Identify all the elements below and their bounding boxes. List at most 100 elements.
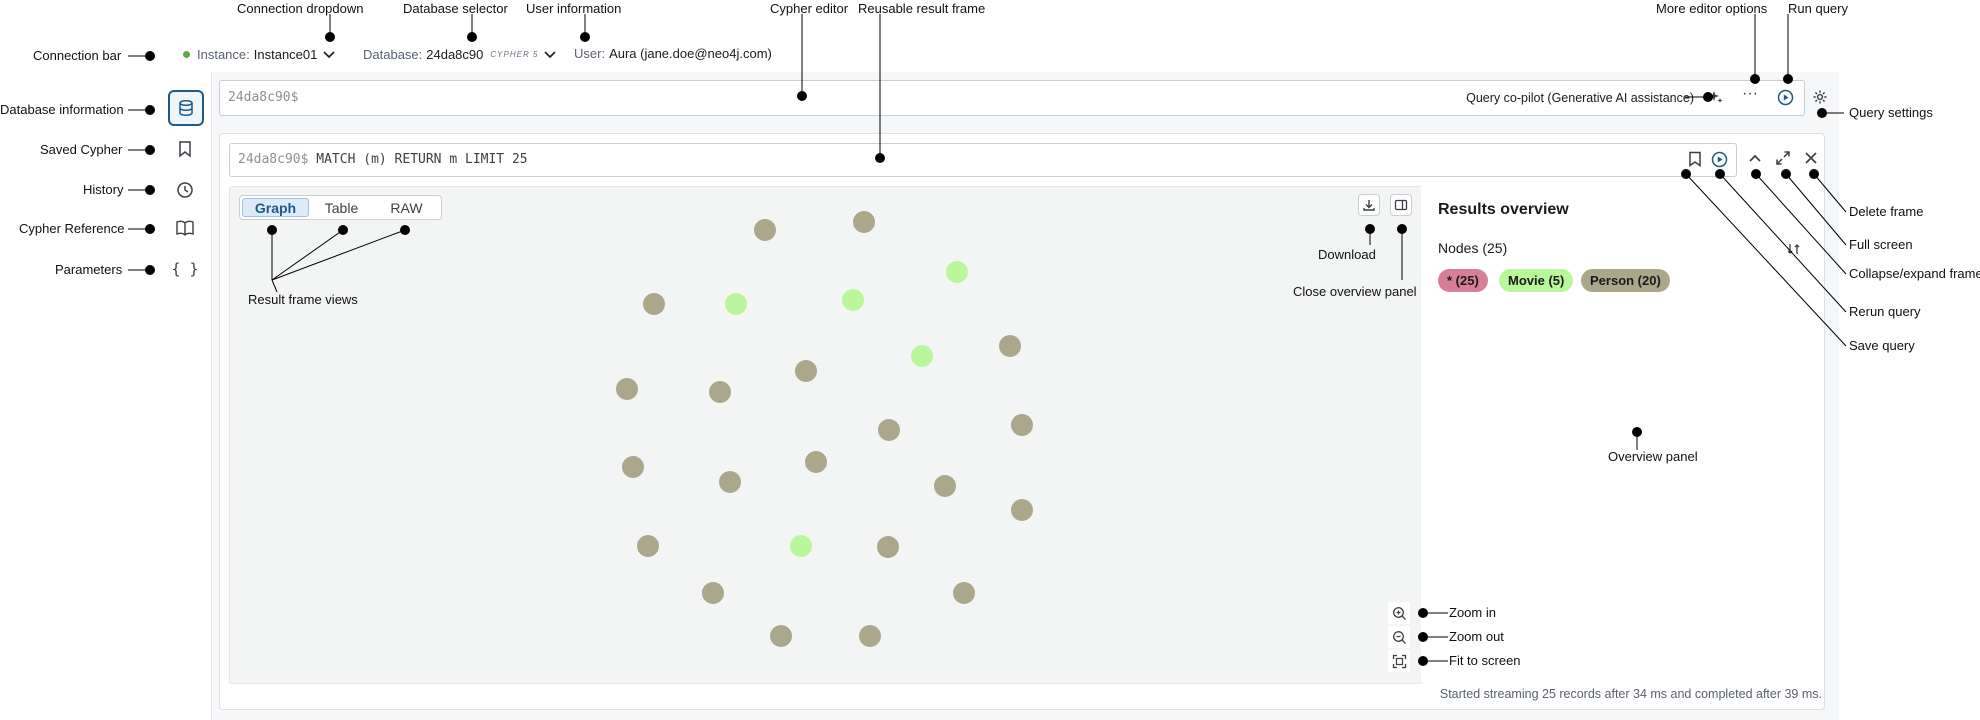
graph-node[interactable] <box>999 335 1021 357</box>
frame-editor[interactable]: 24da8c90$ MATCH (m) RETURN m LIMIT 25 <box>229 143 1737 177</box>
tab-graph[interactable]: Graph <box>242 198 309 217</box>
graph-node[interactable] <box>643 293 665 315</box>
history-button[interactable] <box>168 173 202 207</box>
database-label: Database: <box>363 46 423 62</box>
annotation-download: Download <box>1318 247 1376 262</box>
fit-to-screen-button[interactable] <box>1388 650 1410 672</box>
query-copilot-label: Query co-pilot (Generative AI assistance… <box>1466 91 1694 105</box>
result-view-tabs: Graph Table RAW <box>239 195 442 220</box>
graph-node[interactable] <box>709 381 731 403</box>
graph-node[interactable] <box>877 536 899 558</box>
query-status-footer: Started streaming 25 records after 34 ms… <box>1439 687 1822 701</box>
tab-raw[interactable]: RAW <box>374 198 439 217</box>
callout-dot <box>1418 632 1428 642</box>
graph-node[interactable] <box>859 625 881 647</box>
annotation-overview-panel: Overview panel <box>1608 449 1698 464</box>
annotation-more-editor-options: More editor options <box>1656 1 1768 16</box>
graph-node[interactable] <box>725 293 747 315</box>
close-frame-icon[interactable] <box>1803 150 1819 171</box>
graph-node[interactable] <box>946 261 968 283</box>
annotation-query-settings: Query settings <box>1849 105 1933 120</box>
callout-dot <box>1809 169 1819 179</box>
editor-prompt: 24da8c90$ <box>228 90 299 105</box>
callout-dot <box>1632 427 1642 437</box>
fit-to-screen-icon <box>1392 654 1406 668</box>
graph-node[interactable] <box>795 360 817 382</box>
cypher-editor[interactable]: 24da8c90$ Query co-pilot (Generative AI … <box>219 80 1805 116</box>
connection-dropdown[interactable]: Instance: Instance01 <box>183 46 337 62</box>
connection-status-icon <box>183 50 190 58</box>
more-options-icon[interactable]: ··· <box>1742 85 1758 103</box>
graph-node[interactable] <box>637 535 659 557</box>
graph-node[interactable] <box>770 625 792 647</box>
graph-node[interactable] <box>853 211 875 233</box>
zoom-in-button[interactable] <box>1388 602 1410 624</box>
annotation-run-query: Run query <box>1788 1 1848 16</box>
callout-dot <box>1397 224 1407 234</box>
frame-prompt: 24da8c90$ <box>238 152 309 167</box>
graph-node[interactable] <box>953 582 975 604</box>
chevron-down-icon <box>544 51 556 59</box>
zoom-out-button[interactable] <box>1388 626 1410 648</box>
graph-node[interactable] <box>934 475 956 497</box>
graph-node[interactable] <box>911 345 933 367</box>
annotation-connection-dropdown: Connection dropdown <box>237 1 364 16</box>
tab-table[interactable]: Table <box>309 198 374 217</box>
callout-dot <box>145 224 155 234</box>
database-information-button[interactable] <box>168 90 204 126</box>
graph-view[interactable] <box>229 186 1423 684</box>
graph-node[interactable] <box>1011 414 1033 436</box>
label-pill-person[interactable]: Person (20) <box>1581 269 1670 292</box>
callout-dot <box>267 225 277 235</box>
graph-node[interactable] <box>754 219 776 241</box>
full-screen-icon[interactable] <box>1775 150 1791 171</box>
zoom-out-icon <box>1392 630 1406 644</box>
database-icon <box>179 99 193 117</box>
chevron-down-icon <box>323 51 335 59</box>
label-pill-movie[interactable]: Movie (5) <box>1499 269 1574 292</box>
book-icon <box>176 220 194 236</box>
graph-node[interactable] <box>616 378 638 400</box>
zoom-in-icon <box>1392 606 1406 620</box>
frame-query: 24da8c90$ MATCH (m) RETURN m LIMIT 25 <box>238 152 528 167</box>
graph-node[interactable] <box>622 456 644 478</box>
download-button[interactable] <box>1358 194 1380 216</box>
graph-node[interactable] <box>1011 499 1033 521</box>
graph-node[interactable] <box>719 471 741 493</box>
close-overview-panel-button[interactable] <box>1390 194 1412 216</box>
sort-arrows-icon[interactable] <box>1786 241 1802 262</box>
callout-dot <box>580 32 590 42</box>
callout-dot <box>1751 169 1761 179</box>
annotation-delete-frame: Delete frame <box>1849 204 1924 219</box>
annotation-zoom-in: Zoom in <box>1449 605 1496 620</box>
annotation-result-frame-views: Result frame views <box>248 292 358 307</box>
callout-dot <box>1703 92 1713 102</box>
clock-icon <box>177 182 193 198</box>
graph-node[interactable] <box>842 289 864 311</box>
callout-dot <box>1418 608 1428 618</box>
cypher-reference-button[interactable] <box>168 211 202 245</box>
callout-dot <box>145 265 155 275</box>
run-query-icon[interactable] <box>1777 89 1794 111</box>
save-query-bookmark-icon[interactable] <box>1688 151 1702 172</box>
callout-dot <box>1750 74 1760 84</box>
callout-dot <box>1418 656 1428 666</box>
annotation-rerun-query: Rerun query <box>1849 304 1921 319</box>
query-settings-gear-icon[interactable] <box>1812 89 1828 110</box>
saved-cypher-button[interactable] <box>168 132 202 166</box>
database-selector[interactable]: Database: 24da8c90 CYPHER 5 <box>363 46 558 62</box>
graph-node[interactable] <box>702 582 724 604</box>
nodes-count-label: Nodes (25) <box>1438 240 1508 256</box>
callout-dot <box>400 225 410 235</box>
annotation-parameters: Parameters <box>55 262 123 277</box>
label-pill-all[interactable]: * (25) <box>1438 269 1488 292</box>
callout-dot <box>325 32 335 42</box>
parameters-button[interactable]: { } <box>168 252 202 286</box>
annotation-cypher-reference: Cypher Reference <box>19 221 125 236</box>
graph-node[interactable] <box>878 419 900 441</box>
graph-node[interactable] <box>790 535 812 557</box>
graph-node[interactable] <box>805 451 827 473</box>
download-icon <box>1363 200 1375 211</box>
user-information: User: Aura (jane.doe@neo4j.com) <box>574 46 772 61</box>
callout-dot <box>1365 224 1375 234</box>
